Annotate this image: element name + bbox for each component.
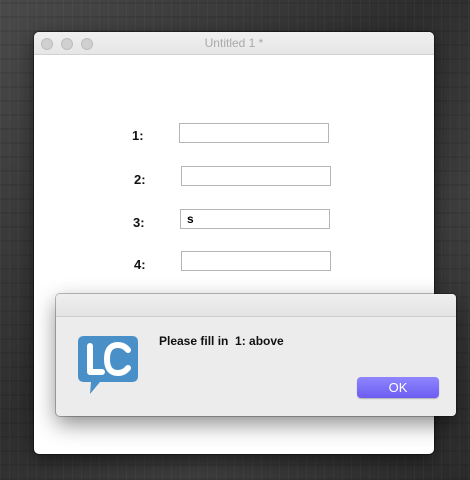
ok-button[interactable]: OK [357, 377, 439, 398]
window-title: Untitled 1 * [204, 36, 264, 50]
field-1-label: 1: [132, 128, 144, 143]
field-3-label: 3: [133, 215, 145, 230]
livecode-logo-icon [78, 336, 138, 394]
dialog-message: Please fill in 1: above [159, 334, 284, 348]
field-1-input[interactable] [179, 123, 329, 143]
field-2-label: 2: [134, 172, 146, 187]
field-2-input[interactable] [181, 166, 331, 186]
window-titlebar[interactable]: Untitled 1 * [34, 32, 434, 55]
field-4-input[interactable] [181, 251, 331, 271]
alert-dialog: Please fill in 1: above OK [56, 294, 456, 416]
field-3-input[interactable] [180, 209, 330, 229]
field-4-label: 4: [134, 257, 146, 272]
dialog-titlebar[interactable] [56, 294, 456, 317]
